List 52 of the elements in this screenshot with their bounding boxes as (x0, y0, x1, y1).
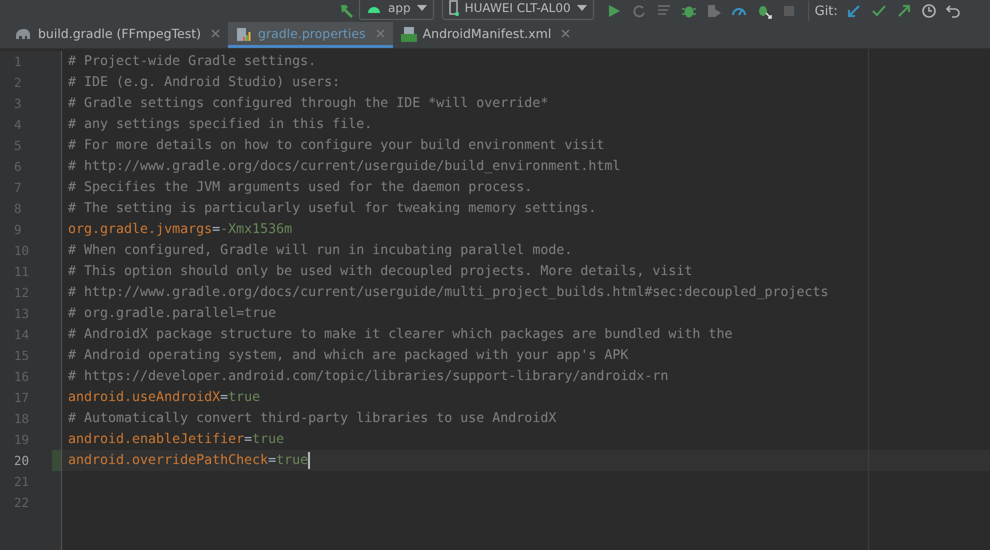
code-comment: # org.gradle.parallel=true (68, 306, 276, 321)
manifest-icon (400, 26, 417, 42)
code-comment: # IDE (e.g. Android Studio) users: (68, 75, 340, 90)
run-config-dropdown[interactable]: app (359, 0, 434, 20)
caret-icon (416, 5, 427, 11)
property-key: android.enableJetifier (68, 432, 244, 447)
code-comment: # For more details on how to configure your build environment visit (68, 138, 604, 153)
property-value: -Xmx1536m (220, 222, 292, 237)
commit-check-icon[interactable] (871, 3, 888, 19)
elephant-icon (14, 26, 32, 40)
run-icon[interactable] (606, 3, 622, 19)
code-comment: # Project-wide Gradle settings. (68, 54, 316, 69)
code-comment: # This option should only be used with decoupled projects. More details, visit (68, 264, 692, 279)
property-key: android.useAndroidX (68, 390, 220, 405)
editor-tab[interactable]: build.gradle (FFmpegTest) (6, 22, 228, 48)
property-key: android.overridePathCheck (68, 453, 268, 468)
code-comment: # Android operating system, and which are packaged with your app's APK (68, 348, 628, 363)
push-arrow-icon[interactable] (896, 3, 912, 19)
code-comment: # Gradle settings configured through the IDE *will override* (68, 96, 548, 111)
bar-chart-icon (236, 26, 252, 42)
close-icon[interactable] (376, 29, 385, 38)
equals-sign: = (220, 390, 228, 405)
phone-icon (448, 0, 459, 16)
code-comment: # http://www.gradle.org/docs/current/userguide/build_environment.html (68, 159, 620, 174)
equals-sign: = (268, 453, 276, 468)
code-comment: # http://www.gradle.org/docs/current/userguide/multi_project_builds.html#sec:decoupled_projects (68, 285, 829, 300)
apply-changes-icon[interactable] (631, 3, 648, 19)
bug-arrow-icon[interactable] (756, 3, 772, 19)
undo-icon[interactable] (946, 3, 962, 19)
equals-sign: = (212, 222, 220, 237)
property-value: true (276, 453, 308, 468)
history-icon[interactable] (921, 3, 938, 19)
property-key: org.gradle.jvmargs (68, 222, 212, 237)
code-comment: # Automatically convert third-party libraries to use AndroidX (68, 411, 556, 426)
property-value: true (252, 432, 284, 447)
line-number: 20 (14, 453, 30, 468)
git-label: Git: (814, 4, 838, 18)
code-comment: # https://developer.android.com/topic/libraries/support-library/androidx-rn (68, 369, 668, 384)
caret-icon (576, 5, 587, 11)
equals-sign: = (244, 432, 252, 447)
update-arrow-icon[interactable] (846, 3, 862, 19)
close-icon[interactable] (561, 29, 570, 38)
close-icon[interactable] (211, 29, 220, 38)
code-comment: # The setting is particularly useful for tweaking memory settings. (68, 201, 596, 216)
code-comment: # AndroidX package structure to make it clearer which packages are bundled with the (68, 327, 732, 342)
code-comment: # When configured, Gradle will run in incubating parallel mode. (68, 243, 572, 258)
device-dropdown[interactable]: HUAWEI CLT-AL00 (442, 0, 594, 20)
code-comment: # any settings specified in this file. (68, 117, 372, 132)
attach-debugger-icon[interactable] (706, 3, 722, 19)
editor-tab[interactable]: AndroidManifest.xml (392, 22, 578, 48)
property-value: true (228, 390, 260, 405)
code-comment: # Specifies the JVM arguments used for the daemon process. (68, 180, 532, 195)
